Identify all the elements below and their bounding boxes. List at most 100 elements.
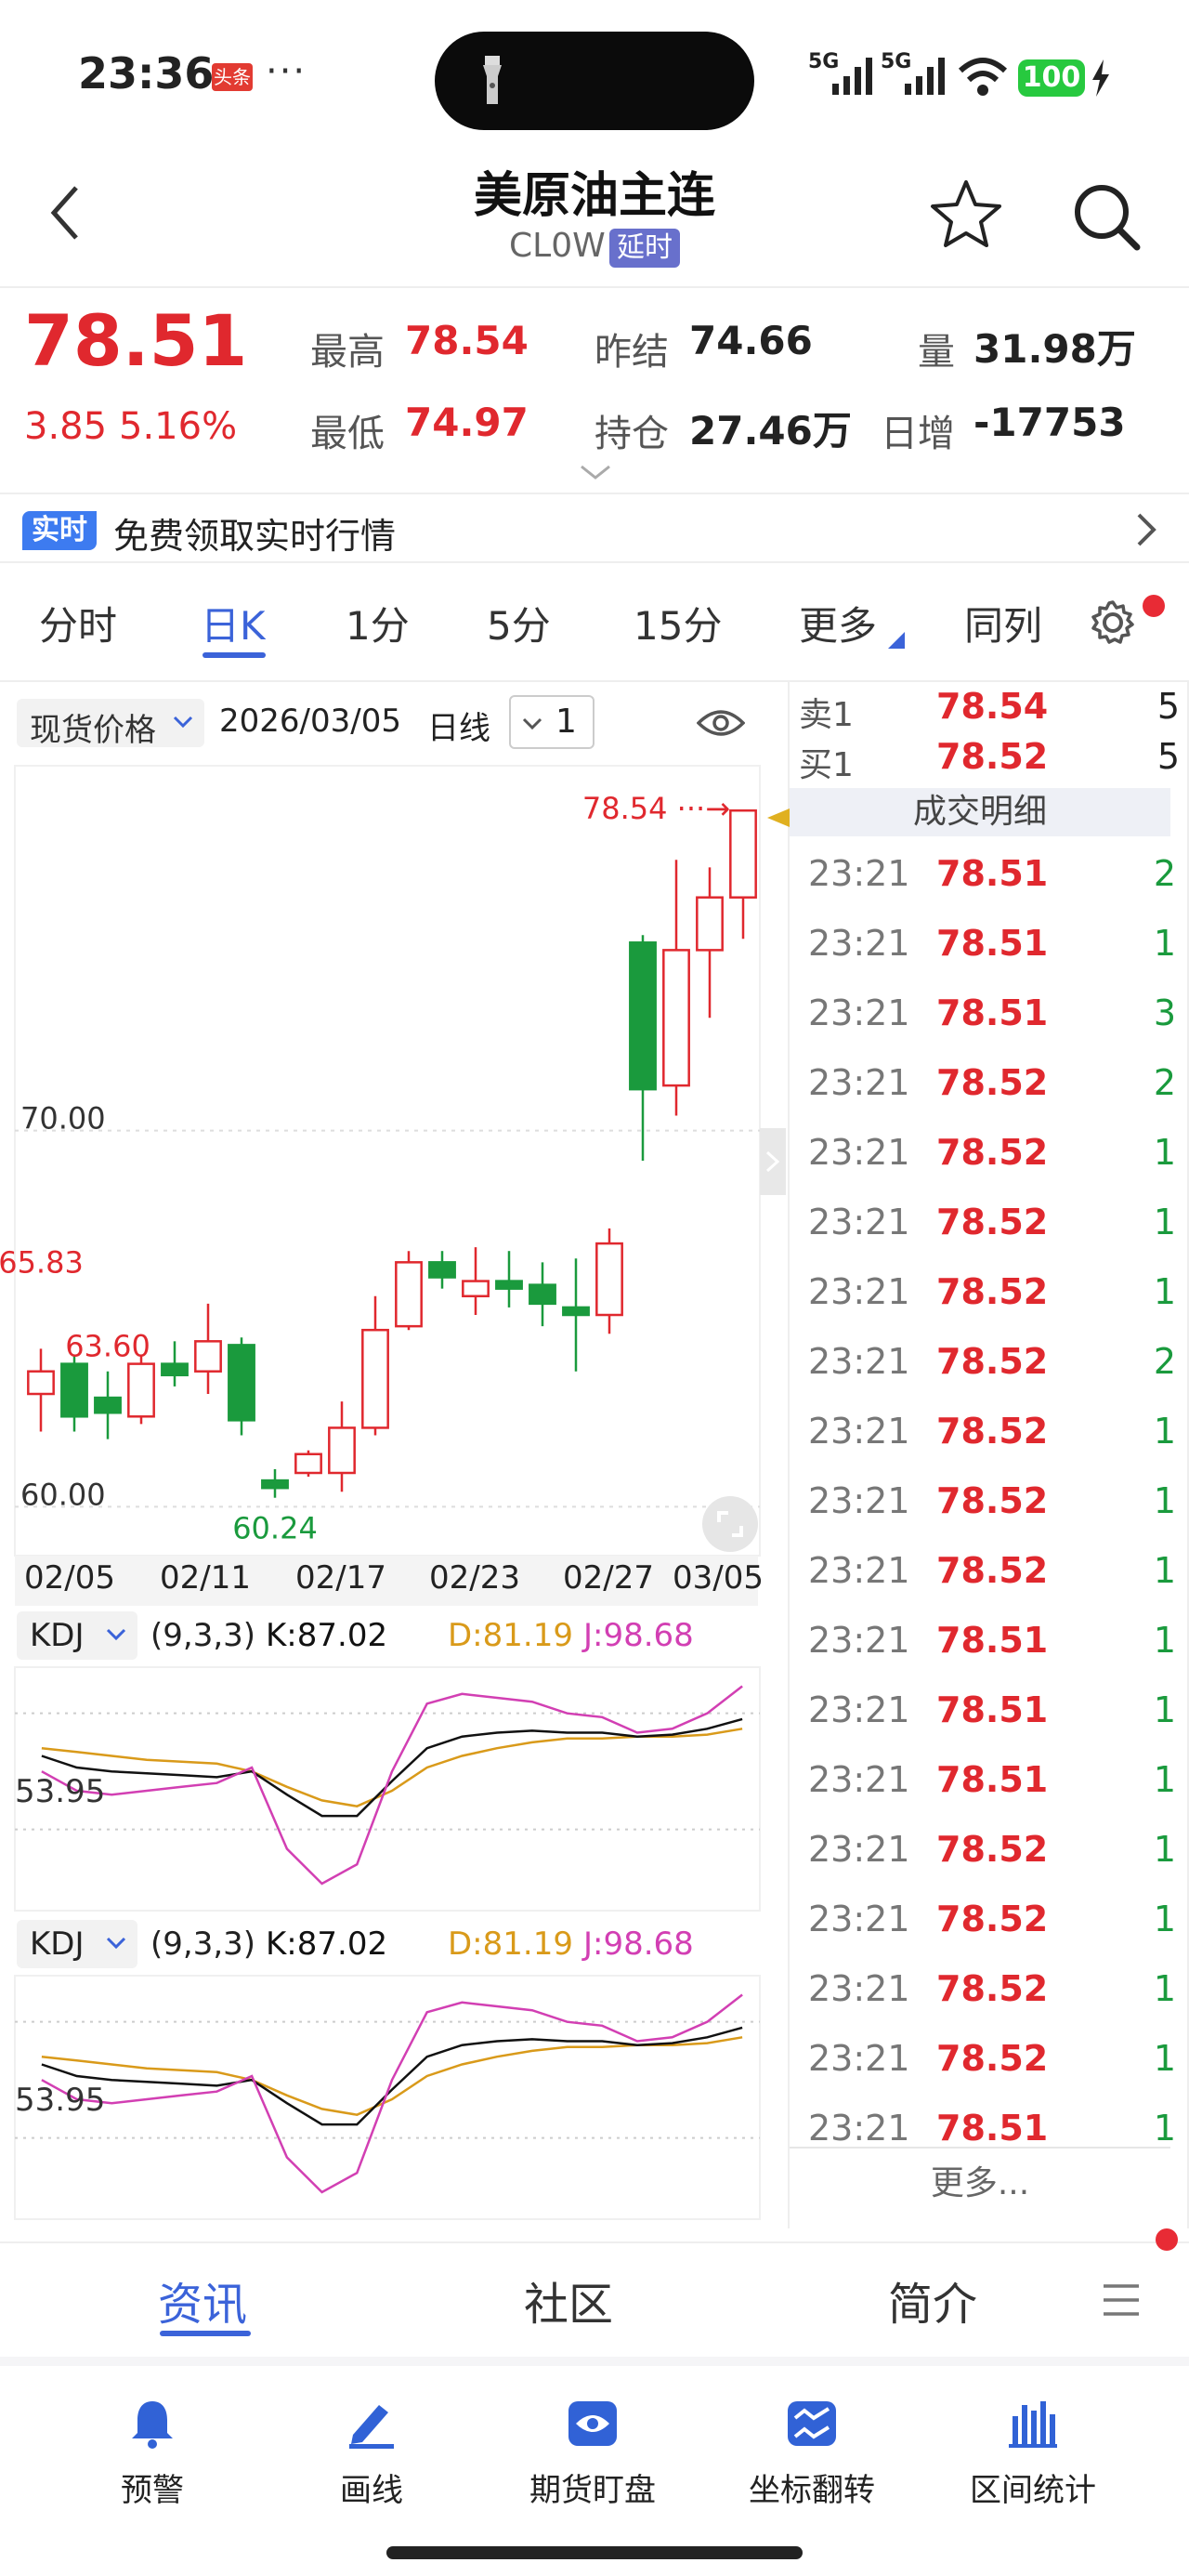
tab-profile[interactable]: 简介 <box>888 2267 977 2333</box>
price-change: 3.85 <box>24 405 108 448</box>
eye-icon[interactable] <box>697 706 745 740</box>
chart-scroll-handle[interactable] <box>760 1128 786 1195</box>
trade-price: 78.51 <box>936 992 1049 1033</box>
multiplier-value: 1 <box>555 703 577 741</box>
multiplier-dropdown[interactable]: 1 <box>509 695 594 749</box>
home-indicator[interactable] <box>386 2546 803 2559</box>
settings-gear-icon[interactable] <box>1089 598 1137 647</box>
tab-intraday[interactable]: 分时 <box>39 595 117 651</box>
indicator-dropdown[interactable]: KDJ <box>17 1611 137 1660</box>
trade-time: 23:21 <box>808 1620 910 1661</box>
tab-daily-k[interactable]: 日K <box>201 595 266 651</box>
trade-price: 78.52 <box>936 1899 1049 1939</box>
price-annotation: 78.54 ···→ <box>582 791 730 826</box>
candle-body <box>94 1396 122 1414</box>
prev-settle-label: 昨结 <box>594 331 669 374</box>
daily-inc-label: 日增 <box>881 413 955 455</box>
candle-body <box>60 1362 88 1418</box>
tab-more[interactable]: 更多 <box>799 595 877 651</box>
trade-time: 23:21 <box>808 853 910 894</box>
range-stats-label: 区间统计 <box>970 2472 1096 2509</box>
trade-qty: 1 <box>1153 1480 1176 1521</box>
search-icon[interactable] <box>1072 182 1143 253</box>
candlestick-chart[interactable]: 70.00 60.00 78.54 ···→ 65.83 63.60 60.24 <box>0 762 771 1613</box>
trade-price: 78.52 <box>936 1132 1049 1173</box>
kdj-chart[interactable] <box>0 1665 771 1914</box>
trade-time: 23:21 <box>808 1899 910 1939</box>
page-title: 美原油主连 <box>473 168 715 224</box>
bid1-label: 买1 <box>799 746 854 784</box>
ask1-label: 卖1 <box>799 696 854 734</box>
trade-time: 23:21 <box>808 2038 910 2079</box>
x-tick-label: 02/11 <box>160 1559 251 1597</box>
price-annotation: 63.60 <box>65 1329 150 1364</box>
battery-indicator: 100 <box>1018 59 1085 97</box>
watch-label: 期货盯盘 <box>529 2472 656 2509</box>
fullscreen-icon[interactable] <box>700 1494 760 1554</box>
expand-chevron-icon[interactable] <box>580 465 611 481</box>
ask1-qty: 5 <box>1156 686 1180 727</box>
trade-price: 78.51 <box>936 2108 1049 2147</box>
chart-period-label: 日线 <box>427 710 490 747</box>
trade-price: 78.52 <box>936 1829 1049 1870</box>
tab-5min[interactable]: 5分 <box>487 595 551 651</box>
price-pointer-icon <box>767 808 790 827</box>
app-notification-badge: 头条 <box>212 63 253 91</box>
more-trades-link[interactable]: 更多... <box>790 2156 1170 2204</box>
trade-row: 23:21 78.52 1 <box>790 1189 1189 1258</box>
candle-body <box>729 808 757 899</box>
contract-code: CL0W <box>509 227 606 265</box>
trade-row: 23:21 78.52 1 <box>790 1537 1189 1607</box>
divider <box>0 2241 1189 2243</box>
low-label: 最低 <box>310 413 385 455</box>
trade-time: 23:21 <box>808 1062 910 1103</box>
flip-chart-icon <box>788 2401 836 2446</box>
indicator-dropdown[interactable]: KDJ <box>17 1920 137 1968</box>
volume-label: 量 <box>918 331 955 374</box>
range-stats-icon <box>1009 2401 1057 2448</box>
tab-same-column[interactable]: 同列 <box>964 595 1042 651</box>
trade-row: 23:21 78.52 1 <box>790 1398 1189 1467</box>
trade-row: 23:21 78.52 1 <box>790 1258 1189 1328</box>
candle-body <box>228 1344 255 1422</box>
trade-list[interactable]: 23:21 78.51 2 23:21 78.51 1 23:21 78.51 3 23:21 78… <box>790 840 1189 2147</box>
trade-row: 23:21 78.51 3 <box>790 979 1189 1049</box>
trade-qty: 1 <box>1153 923 1176 964</box>
y-tick-label: 60.00 <box>20 1477 106 1512</box>
tab-1min[interactable]: 1分 <box>346 595 410 651</box>
kdj-chart[interactable] <box>0 1974 771 2223</box>
divider <box>0 2357 1189 2366</box>
candle-body <box>629 941 657 1091</box>
kdj-j-value: J:98.68 <box>583 1925 694 1963</box>
candle-body <box>395 1261 423 1328</box>
x-tick-label: 02/27 <box>563 1559 654 1597</box>
trade-price: 78.52 <box>936 1062 1049 1103</box>
tab-15min[interactable]: 15分 <box>634 595 722 651</box>
trade-row: 23:21 78.52 1 <box>790 1955 1189 2025</box>
price-type-dropdown[interactable]: 现货价格 <box>17 699 204 749</box>
order-book: 卖1 78.54 5 买1 78.52 5 <box>790 682 1189 784</box>
trade-price: 78.51 <box>936 853 1049 894</box>
trade-row: 23:21 78.52 1 <box>790 2025 1189 2095</box>
trade-qty: 1 <box>1153 1829 1176 1870</box>
trade-qty: 2 <box>1153 1062 1176 1103</box>
star-icon[interactable] <box>929 178 1003 249</box>
bell-icon <box>132 2401 173 2449</box>
trade-qty: 3 <box>1153 992 1176 1033</box>
trade-time: 23:21 <box>808 1202 910 1242</box>
trade-qty: 1 <box>1153 2038 1176 2079</box>
kdj-frame <box>14 1975 761 2220</box>
indicator-name: KDJ <box>30 1925 85 1963</box>
tab-news[interactable]: 资讯 <box>158 2267 247 2333</box>
tab-community[interactable]: 社区 <box>524 2267 613 2333</box>
active-tab-indicator <box>203 652 266 658</box>
chevron-right-icon[interactable] <box>1135 511 1157 548</box>
menu-icon[interactable] <box>1102 2282 1141 2318</box>
indicator-name: KDJ <box>30 1617 85 1654</box>
bid1-price: 78.52 <box>936 736 1049 777</box>
promo-text[interactable]: 免费领取实时行情 <box>113 507 396 559</box>
trade-row: 23:21 78.51 1 <box>790 1607 1189 1676</box>
kdj-d-line <box>41 1728 743 1807</box>
trade-time: 23:21 <box>808 1271 910 1312</box>
candle-body <box>495 1280 523 1290</box>
